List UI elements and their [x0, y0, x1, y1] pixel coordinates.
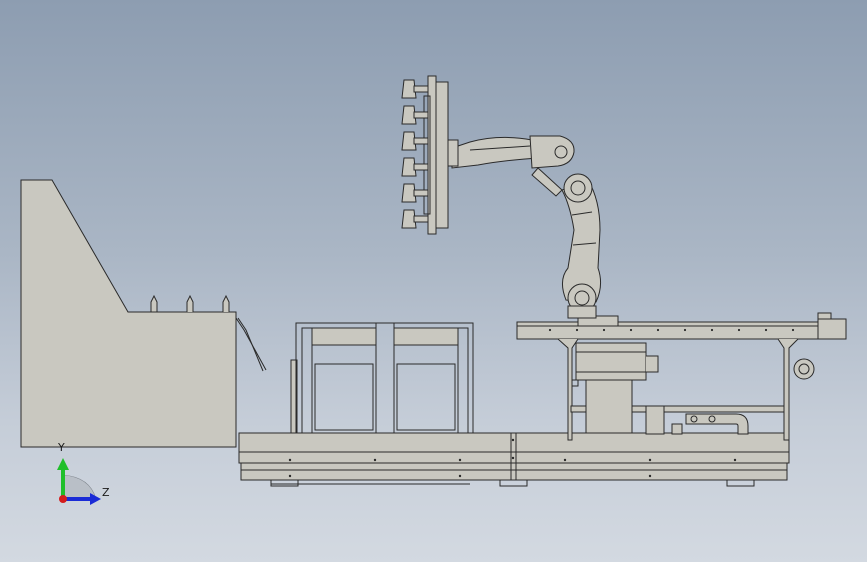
robot-forearm [451, 136, 541, 169]
base-platform[interactable] [238, 432, 790, 487]
chute-rod [235, 317, 267, 371]
coordinate-triad [57, 458, 101, 505]
robot-arm[interactable] [451, 135, 602, 319]
cad-viewport[interactable]: Y Z [0, 0, 867, 562]
vacuum-gripper[interactable] [401, 75, 459, 235]
platform-feet [270, 480, 755, 487]
valve-block [645, 405, 665, 435]
gripper-plate [435, 81, 449, 229]
robot-elbow-joint [563, 173, 593, 203]
hopper-station[interactable] [20, 179, 267, 448]
axis-z-label: Z [102, 486, 110, 499]
pipe-elbow [685, 413, 749, 435]
side-roller [793, 358, 815, 380]
cad-assembly-drawing[interactable] [0, 0, 867, 562]
frame-cage[interactable] [290, 322, 474, 434]
axis-origin [59, 495, 67, 503]
axis-y-label: Y [58, 441, 65, 454]
conveyor-table[interactable] [516, 312, 847, 441]
hopper-pins [148, 294, 230, 313]
